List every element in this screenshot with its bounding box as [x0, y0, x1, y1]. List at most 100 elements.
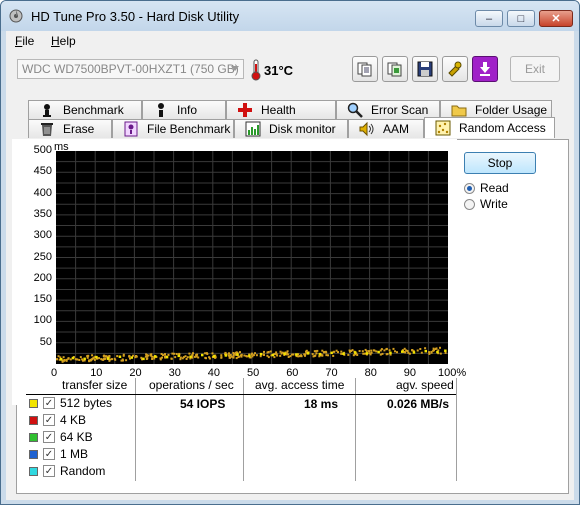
series-checkbox[interactable]: ✓ — [43, 448, 55, 460]
scatter-point — [177, 354, 180, 358]
scatter-noise-point — [255, 354, 258, 357]
series-color-swatch — [29, 433, 38, 442]
health-icon — [238, 103, 252, 117]
scatter-point — [318, 352, 322, 356]
y-tick-label: 500 — [33, 144, 52, 156]
series-color-swatch — [29, 450, 38, 459]
window-title: HD Tune Pro 3.50 - Hard Disk Utility — [31, 9, 240, 24]
scatter-noise-point — [408, 352, 411, 355]
scatter-noise-point — [262, 353, 265, 356]
tab-file-benchmark[interactable]: File Benchmark — [112, 119, 234, 138]
series-checkbox[interactable]: ✓ — [43, 414, 55, 426]
y-tick-label: 200 — [33, 271, 52, 284]
y-tick-label: 150 — [33, 293, 52, 306]
series-checkbox[interactable]: ✓ — [43, 431, 55, 443]
scatter-noise-point — [171, 352, 174, 355]
drive-select[interactable]: WDC WD7500BPVT-00HXZT1 (750 GB) — [17, 59, 244, 79]
scatter-noise-point — [372, 349, 375, 352]
scatter-noise-point — [235, 357, 238, 360]
exit-button[interactable]: Exit — [510, 56, 560, 82]
minimize-button[interactable]: – — [475, 10, 503, 27]
tab-health[interactable]: Health — [226, 100, 336, 119]
save-button[interactable] — [412, 56, 438, 82]
scatter-point — [59, 358, 63, 361]
app-window: HD Tune Pro 3.50 - Hard Disk Utility – □… — [0, 0, 580, 505]
info-icon — [158, 103, 164, 117]
ops-value: 54 IOPS — [180, 397, 226, 411]
series-label: Random — [60, 464, 106, 478]
stop-button[interactable]: Stop — [464, 152, 536, 174]
scatter-noise-point — [121, 358, 124, 361]
scatter-noise-point — [286, 350, 289, 353]
scatter-noise-point — [220, 354, 223, 357]
read-radio[interactable] — [464, 183, 475, 194]
write-label[interactable]: Write — [480, 197, 508, 211]
download-button[interactable] — [472, 56, 498, 82]
maximize-button[interactable]: □ — [507, 10, 535, 27]
scatter-noise-point — [181, 357, 184, 360]
speed-value: 0.026 MB/s — [387, 397, 450, 411]
scatter-noise-point — [243, 354, 246, 357]
scatter-noise-point — [88, 359, 90, 362]
scatter-point — [83, 357, 86, 361]
read-label[interactable]: Read — [480, 181, 509, 195]
scatter-noise-point — [375, 350, 378, 353]
tab-label: Folder Usage — [475, 103, 548, 117]
title-bar[interactable]: HD Tune Pro 3.50 - Hard Disk Utility – □… — [1, 1, 579, 31]
scatter-noise-point — [263, 350, 265, 353]
tab-random-access[interactable]: Random Access — [424, 117, 555, 138]
chart-plot-area — [56, 151, 448, 364]
tab-label: Error Scan — [371, 103, 429, 117]
access-time-value: 18 ms — [304, 397, 339, 411]
scatter-noise-point — [439, 346, 441, 349]
scatter-noise-point — [159, 358, 162, 361]
scatter-noise-point — [254, 352, 256, 355]
disk-monitor-icon — [245, 121, 261, 137]
y-tick-label: 450 — [33, 165, 52, 178]
menu-file[interactable]: File — [15, 34, 34, 48]
scatter-noise-point — [108, 359, 111, 362]
tab-label: Erase — [63, 122, 95, 136]
tab-disk-monitor[interactable]: Disk monitor — [234, 119, 348, 138]
header-speed: agv. speed — [396, 378, 454, 392]
tab-benchmark[interactable]: Benchmark — [28, 100, 142, 119]
scatter-noise-point — [368, 350, 370, 353]
scatter-noise-point — [184, 355, 187, 358]
scatter-point — [401, 350, 404, 353]
copy-screenshot-button[interactable] — [382, 56, 408, 82]
close-button[interactable]: ✕ — [539, 10, 573, 27]
series-checkbox[interactable]: ✓ — [43, 465, 55, 477]
scatter-point — [377, 350, 380, 354]
copy-text-button[interactable] — [352, 56, 378, 82]
scatter-noise-point — [370, 349, 373, 352]
scatter-noise-point — [351, 349, 354, 352]
scatter-noise-point — [279, 350, 282, 353]
write-radio[interactable] — [464, 199, 475, 210]
scatter-noise-point — [327, 354, 329, 357]
menu-help[interactable]: Help — [51, 34, 76, 48]
scatter-noise-point — [273, 356, 276, 359]
tab-aam[interactable]: AAM — [348, 119, 424, 138]
tab-erase[interactable]: Erase — [28, 119, 112, 138]
scatter-point — [201, 353, 204, 357]
options-button[interactable] — [442, 56, 468, 82]
scatter-point — [365, 352, 369, 355]
scatter-noise-point — [405, 349, 408, 352]
series-checkbox[interactable]: ✓ — [43, 397, 55, 409]
scatter-point — [283, 352, 286, 355]
scatter-noise-point — [276, 354, 279, 357]
scatter-noise-point — [62, 356, 65, 359]
scatter-noise-point — [174, 356, 177, 359]
scatter-noise-point — [78, 359, 81, 361]
scatter-noise-point — [404, 351, 407, 354]
scatter-noise-point — [161, 356, 163, 359]
scatter-noise-point — [385, 348, 388, 351]
scatter-noise-point — [229, 354, 232, 356]
series-label: 64 KB — [60, 430, 93, 444]
scatter-noise-point — [419, 348, 422, 350]
scatter-noise-point — [102, 358, 105, 361]
options-icon — [448, 61, 462, 77]
tab-info[interactable]: Info — [142, 100, 226, 119]
scatter-noise-point — [135, 355, 138, 358]
scatter-point — [130, 356, 133, 359]
